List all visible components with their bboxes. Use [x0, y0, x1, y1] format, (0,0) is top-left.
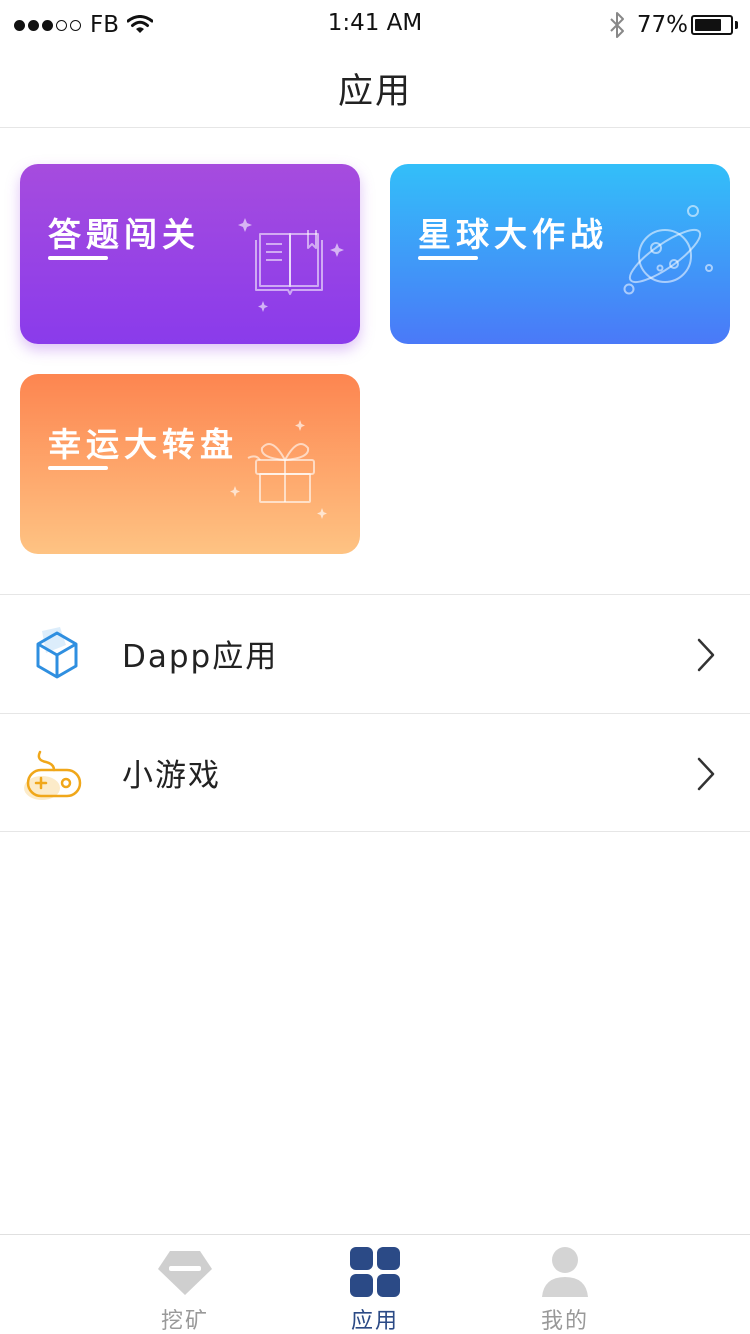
- battery-level: [695, 19, 722, 31]
- tab-label: 我的: [540, 1309, 589, 1334]
- tab-bar: 挖矿 应用 我的: [0, 1234, 750, 1334]
- diamond-icon: [158, 1251, 212, 1295]
- tab-profile[interactable]: 我的: [505, 1235, 625, 1334]
- battery-percent: 77%: [636, 12, 688, 38]
- tab-label: 应用: [350, 1309, 399, 1334]
- planet-icon: [623, 205, 713, 295]
- grid-icon: [350, 1247, 400, 1297]
- tab-label: 挖矿: [160, 1309, 209, 1334]
- gift-icon: [230, 420, 327, 519]
- nav-bar: 应用: [0, 50, 750, 128]
- cube-icon: [36, 627, 78, 679]
- battery-cap: [735, 21, 738, 29]
- card-underline: [48, 256, 108, 260]
- card-planet[interactable]: 星球大作战: [390, 164, 730, 344]
- bluetooth-icon: [610, 12, 624, 38]
- gamepad-icon: [24, 750, 82, 800]
- status-bar: FB 1:41 AM 77%: [0, 0, 750, 50]
- card-quiz[interactable]: 答题闯关: [20, 164, 360, 344]
- chevron-right-icon: [697, 638, 715, 672]
- card-underline: [48, 466, 108, 470]
- list-item-label: Dapp应用: [122, 639, 279, 675]
- card-wheel[interactable]: 幸运大转盘: [20, 374, 360, 554]
- book-icon: [238, 218, 344, 312]
- tab-mining[interactable]: 挖矿: [125, 1235, 245, 1334]
- list-item-label: 小游戏: [122, 758, 221, 794]
- page-title: 应用: [337, 72, 412, 112]
- battery-icon: [691, 15, 733, 35]
- card-title: 幸运大转盘: [48, 425, 238, 464]
- status-right: 77%: [609, 10, 738, 40]
- chevron-right-icon: [697, 757, 715, 791]
- list-item-dapp[interactable]: Dapp应用: [0, 594, 750, 713]
- card-title: 星球大作战: [418, 215, 608, 254]
- card-underline: [418, 256, 478, 260]
- tab-apps[interactable]: 应用: [315, 1235, 435, 1334]
- user-icon: [542, 1247, 588, 1297]
- card-title: 答题闯关: [48, 215, 200, 254]
- list-item-minigame[interactable]: 小游戏: [0, 713, 750, 832]
